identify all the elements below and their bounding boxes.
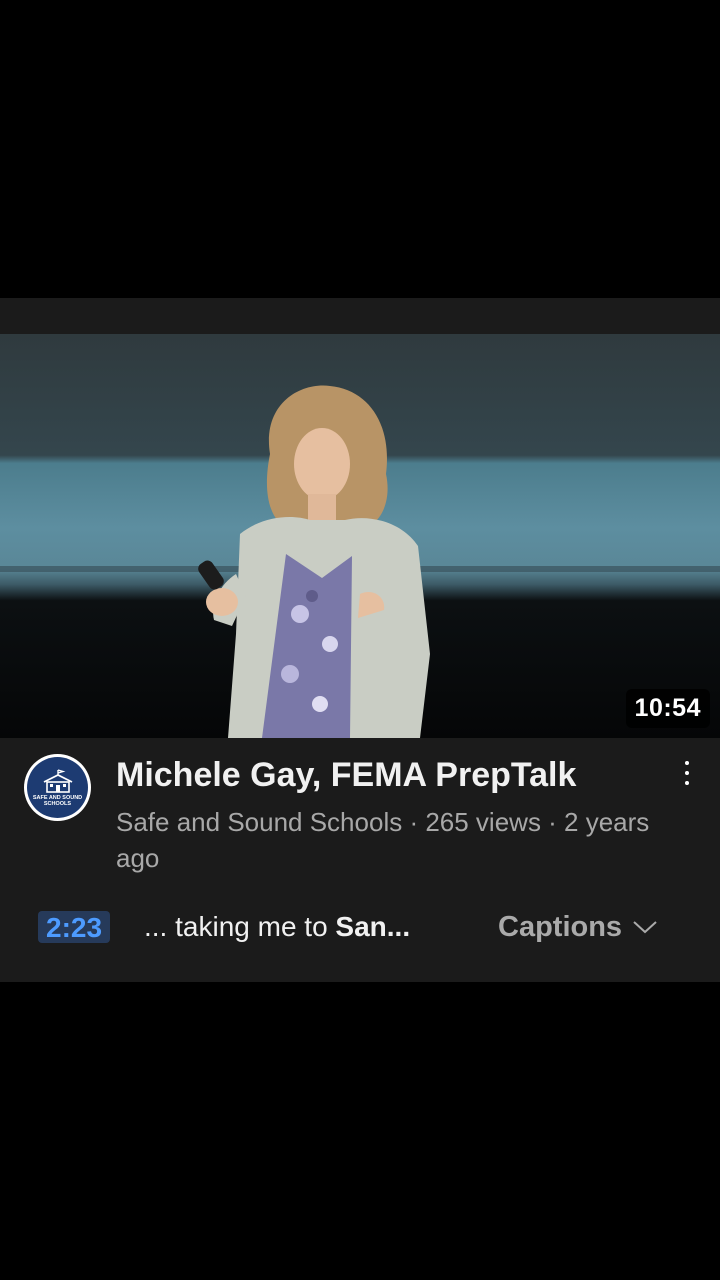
channel-logo-text: SAFE AND SOUND SCHOOLS	[32, 795, 83, 807]
captions-dropdown[interactable]: Captions	[498, 910, 658, 944]
video-duration-badge: 10:54	[625, 689, 710, 728]
more-options-button[interactable]	[674, 758, 700, 788]
captions-label: Captions	[498, 911, 623, 943]
video-meta: Safe and Sound Schools · 265 views · 2 y…	[116, 807, 650, 873]
video-title[interactable]: Michele Gay, FEMA PrepTalk	[116, 756, 656, 795]
video-card[interactable]: 10:54 SAFE AND SOUND SCHOOLS Michele Gay…	[0, 298, 720, 982]
video-thumbnail[interactable]: 10:54	[0, 334, 720, 738]
channel-avatar[interactable]: SAFE AND SOUND SCHOOLS	[24, 754, 91, 821]
transcript-snippet-highlight: San...	[335, 911, 411, 942]
schoolhouse-icon	[43, 769, 72, 793]
speaker-image	[198, 385, 430, 738]
transcript-timestamp[interactable]: 2:23	[38, 911, 111, 943]
transcript-match-row[interactable]: 2:23 ... taking me to San... Captions	[38, 910, 688, 944]
more-vertical-icon	[685, 761, 689, 765]
channel-logo: SAFE AND SOUND SCHOOLS	[27, 757, 88, 818]
transcript-snippet: ... taking me to San...	[144, 910, 410, 944]
chevron-down-icon	[633, 921, 657, 934]
transcript-snippet-prefix: ... taking me to	[144, 911, 336, 942]
